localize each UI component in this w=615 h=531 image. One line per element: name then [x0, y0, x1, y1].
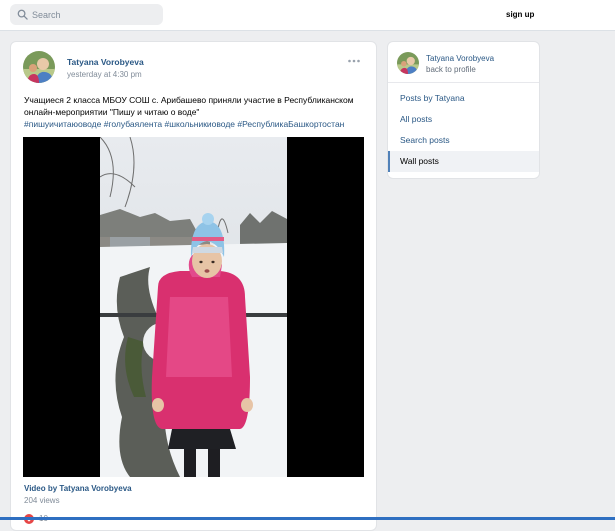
sidebar-divider — [388, 82, 539, 83]
post-author-name[interactable]: Tatyana Vorobyeva — [67, 57, 144, 67]
sidebar-item-search-posts[interactable]: Search posts — [388, 130, 539, 151]
post-text-line: онлайн-мероприятии "Пишу и читаю о воде" — [24, 107, 200, 118]
post-text-line: Учащиеся 2 класса МБОУ СОШ с. Арибашево … — [24, 95, 354, 105]
ellipsis-icon[interactable] — [347, 56, 361, 66]
profile-sidebar: Tatyana Vorobyeva back to profile Posts … — [387, 41, 540, 179]
wall-post: Tatyana Vorobyeva yesterday at 4:30 pm У… — [10, 41, 377, 531]
video-views: 204 views — [24, 496, 60, 505]
back-to-profile-link[interactable]: back to profile — [426, 65, 476, 74]
search-icon — [17, 9, 28, 20]
sidebar-avatar[interactable] — [397, 52, 419, 74]
sign-up-link[interactable]: sign up — [506, 10, 534, 19]
sidebar-profile-name[interactable]: Tatyana Vorobyeva — [426, 54, 494, 63]
search-box[interactable] — [10, 4, 163, 25]
sidebar-menu: Posts by Tatyana All posts Search posts … — [388, 88, 539, 172]
video-player[interactable] — [23, 137, 364, 477]
post-text: Учащиеся 2 класса МБОУ СОШ с. Арибашево … — [24, 94, 369, 131]
post-author-avatar[interactable] — [23, 51, 55, 83]
post-hashtags[interactable]: #пишуичитаюоводе #голубаялента #школьник… — [24, 118, 369, 130]
sidebar-item-posts-by-tatyana[interactable]: Posts by Tatyana — [388, 88, 539, 109]
sidebar-item-wall-posts[interactable]: Wall posts — [388, 151, 539, 172]
post-timestamp[interactable]: yesterday at 4:30 pm — [67, 70, 142, 79]
video-caption[interactable]: Video by Tatyana Vorobyeva — [24, 484, 132, 493]
search-input[interactable] — [32, 6, 157, 23]
video-thumbnail — [100, 137, 287, 477]
top-bar: sign up — [0, 0, 615, 31]
sidebar-item-all-posts[interactable]: All posts — [388, 109, 539, 130]
